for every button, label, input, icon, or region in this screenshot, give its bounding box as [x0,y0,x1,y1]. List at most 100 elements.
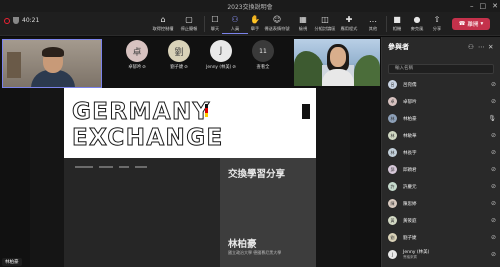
participant-search-input[interactable]: 輸入名稱 [388,64,494,74]
participant-name-text: 劉子婕 [403,235,417,241]
avatar: J [388,250,397,259]
avatar-name: Jenny (林美) ⊘ [206,64,236,71]
participant-row[interactable]: J Jenny (林美) 會議來賓 ⊘ [388,247,496,262]
participant-row[interactable]: 陳陳思婷 ⊘ [388,196,496,211]
participant-name-text: 呂宛儒 [403,82,417,88]
participant-avatars: 卓 卓郁吟 ⊘ 劉 劉子婕 ⊘ J Jenny (林美) ⊘ 11 查看全 [120,40,290,82]
participant-name-text: 卓郁吟 [403,99,417,105]
panel-title: 參與者 [388,43,409,51]
stop-presenting-button[interactable]: ▢ 停止簡報 [176,15,202,34]
avatar: 林 [388,131,397,140]
participant-name: 陳思婷 [403,201,491,207]
avatar-tile[interactable]: 劉 劉子婕 ⊘ [162,40,196,70]
window-title: 2023交換說明會 [227,3,273,11]
participant-name: 劉子婕 [403,235,491,241]
mic-off-icon: ⊘ [142,64,146,70]
mic-off-icon: ⊘ [490,98,496,105]
avatar-name: 劉子婕 ⊘ [170,64,188,71]
avatar-name: 卓郁吟 ⊘ [128,64,146,71]
participant-name: 許慶元 [403,184,491,190]
close-window-button[interactable]: ✕ [492,2,498,10]
maximize-button[interactable]: □ [480,2,487,10]
more-button[interactable]: … 其他 [360,15,386,34]
control-icon: ⌂ [160,15,166,24]
participant-role: 會議來賓 [403,255,417,259]
avatar-name-text: 劉子婕 [170,65,184,70]
person-body [322,69,354,86]
shelf [7,52,21,78]
avatar: 邱 [388,165,397,174]
mic-off-icon: ⊘ [232,64,236,70]
participant-name-text: 黃筱庭 [403,218,417,224]
view-all-label: 查看全 [256,65,270,70]
more-options-icon[interactable]: ⋯ [478,43,485,51]
apps-button[interactable]: ✚ 應用程式 [336,15,362,34]
participant-row[interactable]: 黃黃筱庭 ⊘ [388,213,496,228]
chevron-down-icon: ▾ [480,21,484,27]
participant-name-text: 許慶元 [403,184,417,190]
participant-name: 黃筱庭 [403,218,491,224]
self-video-tile[interactable] [2,39,102,88]
close-icon[interactable]: ✕ [488,43,493,51]
slide-title: GERMANY EXCHANGE [72,99,224,152]
participant-name-text: 林柏豪 [403,116,417,122]
teams-meeting-window: 2023交換說明會 – □ ✕ 40:21 ⌂ 取得控制權 ▢ 停止簡報 ☐ 聊… [0,0,500,267]
participant-row[interactable]: 許許慶元 ⊘ [388,179,496,194]
participant-name-text: 林長宇 [403,150,417,156]
meeting-toolbar: 40:21 ⌂ 取得控制權 ▢ 停止簡報 ☐ 聊天 ⚇ 人員 ✋ 舉手 ☺ 傳送… [0,12,500,36]
participant-name: 林敏華 [403,133,491,139]
shield-icon [13,17,19,24]
leave-button[interactable]: ☎ 離開 ▾ [452,18,490,30]
mic-off-icon: ⊘ [490,132,496,139]
placeholder-lines [75,166,195,169]
slide-left-panel [64,158,220,267]
participant-row[interactable]: 邱邱穎君 ⊘ [388,162,496,177]
minimize-button[interactable]: – [470,2,474,10]
stop-share-icon: ▢ [185,15,193,24]
participant-row[interactable]: 林林長宇 ⊘ [388,145,496,160]
people-icon: ⚇ [231,15,239,24]
guest-video-tile[interactable] [294,39,380,86]
phone-icon: ☎ [458,21,466,27]
smiley-icon: ☺ [272,15,282,24]
avatar-tile[interactable]: 卓 卓郁吟 ⊘ [120,40,154,70]
mic-off-icon: ⊘ [490,200,496,207]
hand-icon: ✋ [250,15,260,24]
self-name-label: 林柏豪 [2,258,22,266]
view-all-tile[interactable]: 11 查看全 [246,40,280,70]
mic-off-icon: ⊘ [490,217,496,224]
reactions-button[interactable]: ☺ 傳送表情符號 [264,15,290,34]
participant-row[interactable]: 呂呂宛儒 ⊘ [388,77,496,92]
person-hair [42,47,64,57]
take-control-button[interactable]: ⌂ 取得控制權 [150,15,176,34]
share-content-button[interactable]: ⇧ 分享 [424,15,450,34]
camera-icon: ■ [393,15,401,24]
slide-title-line2: EXCHANGE [72,125,224,152]
participant-row[interactable]: 林林敏華 ⊘ [388,128,496,143]
title-bar: 2023交換說明會 – □ ✕ [0,0,500,12]
slide-subtitle: 交換學習分享 [228,169,286,180]
chat-icon: ☐ [211,15,219,24]
window-controls: – □ ✕ [470,0,498,12]
participant-row[interactable]: 林林柏豪 🎙 [388,111,496,126]
participant-name: 呂宛儒 [403,82,491,88]
participant-name-text: 林敏華 [403,133,417,139]
mic-off-icon: ⊘ [490,149,496,156]
participant-name-text: 陳思婷 [403,201,417,207]
breakout-rooms-button[interactable]: ◫ 分組討論區 [312,15,338,34]
microphone-icon: 🎙 [488,115,496,122]
add-person-icon[interactable]: ⚇ [468,43,474,51]
presenter-name: 林柏豪 [228,239,257,250]
meeting-timer: 40:21 [4,17,39,24]
avatar-tile[interactable]: J Jenny (林美) ⊘ [204,40,238,70]
participant-name: 卓郁吟 [403,99,491,105]
elapsed-time: 40:21 [22,17,40,24]
avatar: 呂 [388,80,397,89]
avatar: 劉 [388,233,397,242]
recording-icon [4,17,10,24]
avatar-name-text: Jenny (林美) [206,65,232,70]
participant-row[interactable]: 卓卓郁吟 ⊘ [388,94,496,109]
participant-row[interactable]: 劉劉子婕 ⊘ [388,230,496,245]
plus-icon: ✚ [345,15,353,24]
mic-off-icon: ⊘ [184,64,188,70]
